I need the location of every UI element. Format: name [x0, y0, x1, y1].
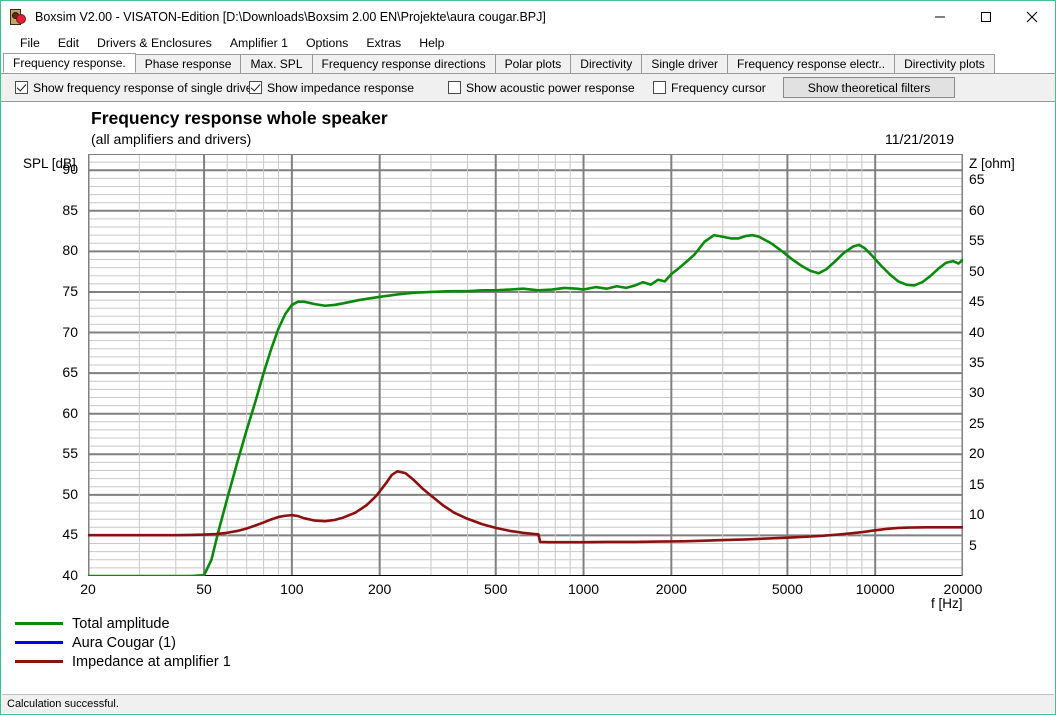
checkbox-box[interactable]	[15, 81, 28, 94]
chart-date: 11/21/2019	[885, 131, 955, 147]
y-axis-right-tick: 20	[969, 445, 985, 462]
legend-label: Total amplitude	[72, 615, 170, 632]
y-axis-left-tick: 45	[62, 526, 78, 543]
x-axis-tick: 500	[484, 581, 508, 597]
tab-directivity-plots[interactable]: Directivity plots	[894, 54, 995, 73]
legend-swatch-line	[15, 622, 63, 625]
checkbox-frequency-cursor[interactable]: Frequency cursor	[653, 81, 766, 95]
x-axis-tick: 1000	[567, 581, 600, 597]
legend-item-aura-cougar: Aura Cougar (1)	[1, 633, 1055, 652]
y-axis-right-tick: 30	[969, 384, 985, 401]
speaker-cabinet-icon	[9, 8, 27, 26]
menu-item-file[interactable]: File	[11, 35, 49, 51]
x-axis-tick: 200	[367, 581, 392, 597]
checkbox-label: Show impedance response	[267, 80, 415, 95]
y-axis-right-tick: 25	[969, 414, 985, 431]
menu-item-help[interactable]: Help	[410, 35, 453, 51]
close-icon[interactable]	[1009, 1, 1055, 32]
menu-item-edit[interactable]: Edit	[49, 35, 88, 51]
title-bar: Boxsim V2.00 - VISATON-Edition [D:\Downl…	[1, 1, 1055, 32]
y-axis-left-tick: 80	[62, 242, 78, 259]
y-axis-right-label: Z [ohm]	[969, 156, 1015, 171]
y-axis-left-tick: 70	[62, 323, 78, 340]
checkbox-box[interactable]	[448, 81, 461, 94]
menu-item-extras[interactable]: Extras	[357, 35, 410, 51]
checkbox-show-impedance[interactable]: Show impedance response	[249, 81, 414, 95]
y-axis-right-tick: 5	[969, 536, 977, 553]
y-axis-left-tick: 75	[62, 282, 78, 299]
tab-frequency-response-directions[interactable]: Frequency response directions	[311, 54, 496, 73]
y-axis-left-tick: 50	[62, 485, 78, 502]
checkbox-box[interactable]	[653, 81, 666, 94]
x-axis-label: f [Hz]	[931, 596, 963, 611]
chart-title: Frequency response whole speaker	[91, 108, 388, 128]
y-axis-right-tick: 50	[969, 262, 985, 279]
maximize-icon[interactable]	[963, 1, 1009, 32]
status-bar: Calculation successful.	[2, 694, 1054, 713]
checkbox-box[interactable]	[249, 81, 262, 94]
options-bar: Show frequency response of single driver…	[1, 74, 1055, 102]
x-axis-tick: 50	[196, 581, 212, 597]
legend-item-total-amplitude: Total amplitude	[1, 614, 1055, 633]
menu-item-amplifier[interactable]: Amplifier 1	[221, 35, 297, 51]
checkbox-label: Show acoustic power response	[466, 80, 635, 95]
chart-area: Frequency response whole speaker (all am…	[1, 102, 1055, 640]
tab-strip: Frequency response. Phase response Max. …	[1, 53, 1055, 74]
show-theoretical-filters-button[interactable]: Show theoretical filters	[783, 77, 955, 98]
tab-polar-plots[interactable]: Polar plots	[494, 54, 572, 73]
y-axis-left-tick: 60	[62, 404, 78, 421]
tab-phase-response[interactable]: Phase response	[134, 54, 242, 73]
menu-item-drivers[interactable]: Drivers & Enclosures	[88, 35, 221, 51]
y-axis-right-tick: 60	[969, 201, 985, 218]
checkbox-show-acoustic-power[interactable]: Show acoustic power response	[448, 81, 635, 95]
plot-canvas	[88, 154, 963, 576]
boxsim-window: Boxsim V2.00 - VISATON-Edition [D:\Downl…	[0, 0, 1056, 715]
y-axis-left-tick: 55	[62, 445, 78, 462]
status-text: Calculation successful.	[7, 698, 119, 710]
checkbox-label: Show frequency response of single driver	[33, 80, 257, 95]
x-axis-tick: 10000	[855, 581, 895, 597]
tab-max-spl[interactable]: Max. SPL	[240, 54, 313, 73]
chart-legend: Total amplitude Aura Cougar (1) Impedanc…	[1, 614, 1055, 671]
window-title: Boxsim V2.00 - VISATON-Edition [D:\Downl…	[35, 9, 546, 24]
x-axis-tick: 100	[280, 581, 304, 597]
y-axis-right-tick: 40	[969, 323, 985, 340]
x-axis-tick: 2000	[655, 581, 687, 597]
legend-swatch-line	[15, 660, 63, 663]
window-controls	[917, 1, 1055, 32]
y-axis-right-tick: 55	[969, 232, 985, 249]
tab-frequency-response[interactable]: Frequency response.	[3, 53, 136, 73]
y-axis-right-tick: 10	[969, 506, 985, 523]
y-axis-right-tick: 45	[969, 293, 985, 310]
y-axis-right-tick: 15	[969, 475, 985, 492]
y-axis-right-tick: 35	[969, 353, 985, 370]
chart-subtitle: (all amplifiers and drivers)	[91, 131, 252, 147]
menu-item-options[interactable]: Options	[297, 35, 357, 51]
y-axis-left-tick: 90	[62, 161, 78, 178]
legend-label: Aura Cougar (1)	[72, 634, 176, 651]
x-axis-tick: 5000	[771, 581, 803, 597]
legend-swatch-line	[15, 641, 63, 644]
tab-frequency-response-electr[interactable]: Frequency response electr..	[727, 54, 896, 73]
checkbox-label: Frequency cursor	[671, 80, 766, 95]
y-axis-left-tick: 65	[62, 364, 78, 381]
x-axis-tick: 20	[80, 581, 96, 597]
legend-item-impedance: Impedance at amplifier 1	[1, 652, 1055, 671]
checkbox-show-single-driver[interactable]: Show frequency response of single driver	[15, 81, 257, 95]
minimize-icon[interactable]	[917, 1, 963, 32]
y-axis-left-tick: 85	[62, 201, 78, 218]
tab-directivity[interactable]: Directivity	[570, 54, 643, 73]
menu-bar: File Edit Drivers & Enclosures Amplifier…	[1, 32, 1055, 53]
y-axis-right-tick: 65	[969, 171, 985, 188]
legend-label: Impedance at amplifier 1	[72, 653, 231, 670]
tab-single-driver[interactable]: Single driver	[641, 54, 729, 73]
x-axis-tick: 20000	[943, 581, 983, 597]
